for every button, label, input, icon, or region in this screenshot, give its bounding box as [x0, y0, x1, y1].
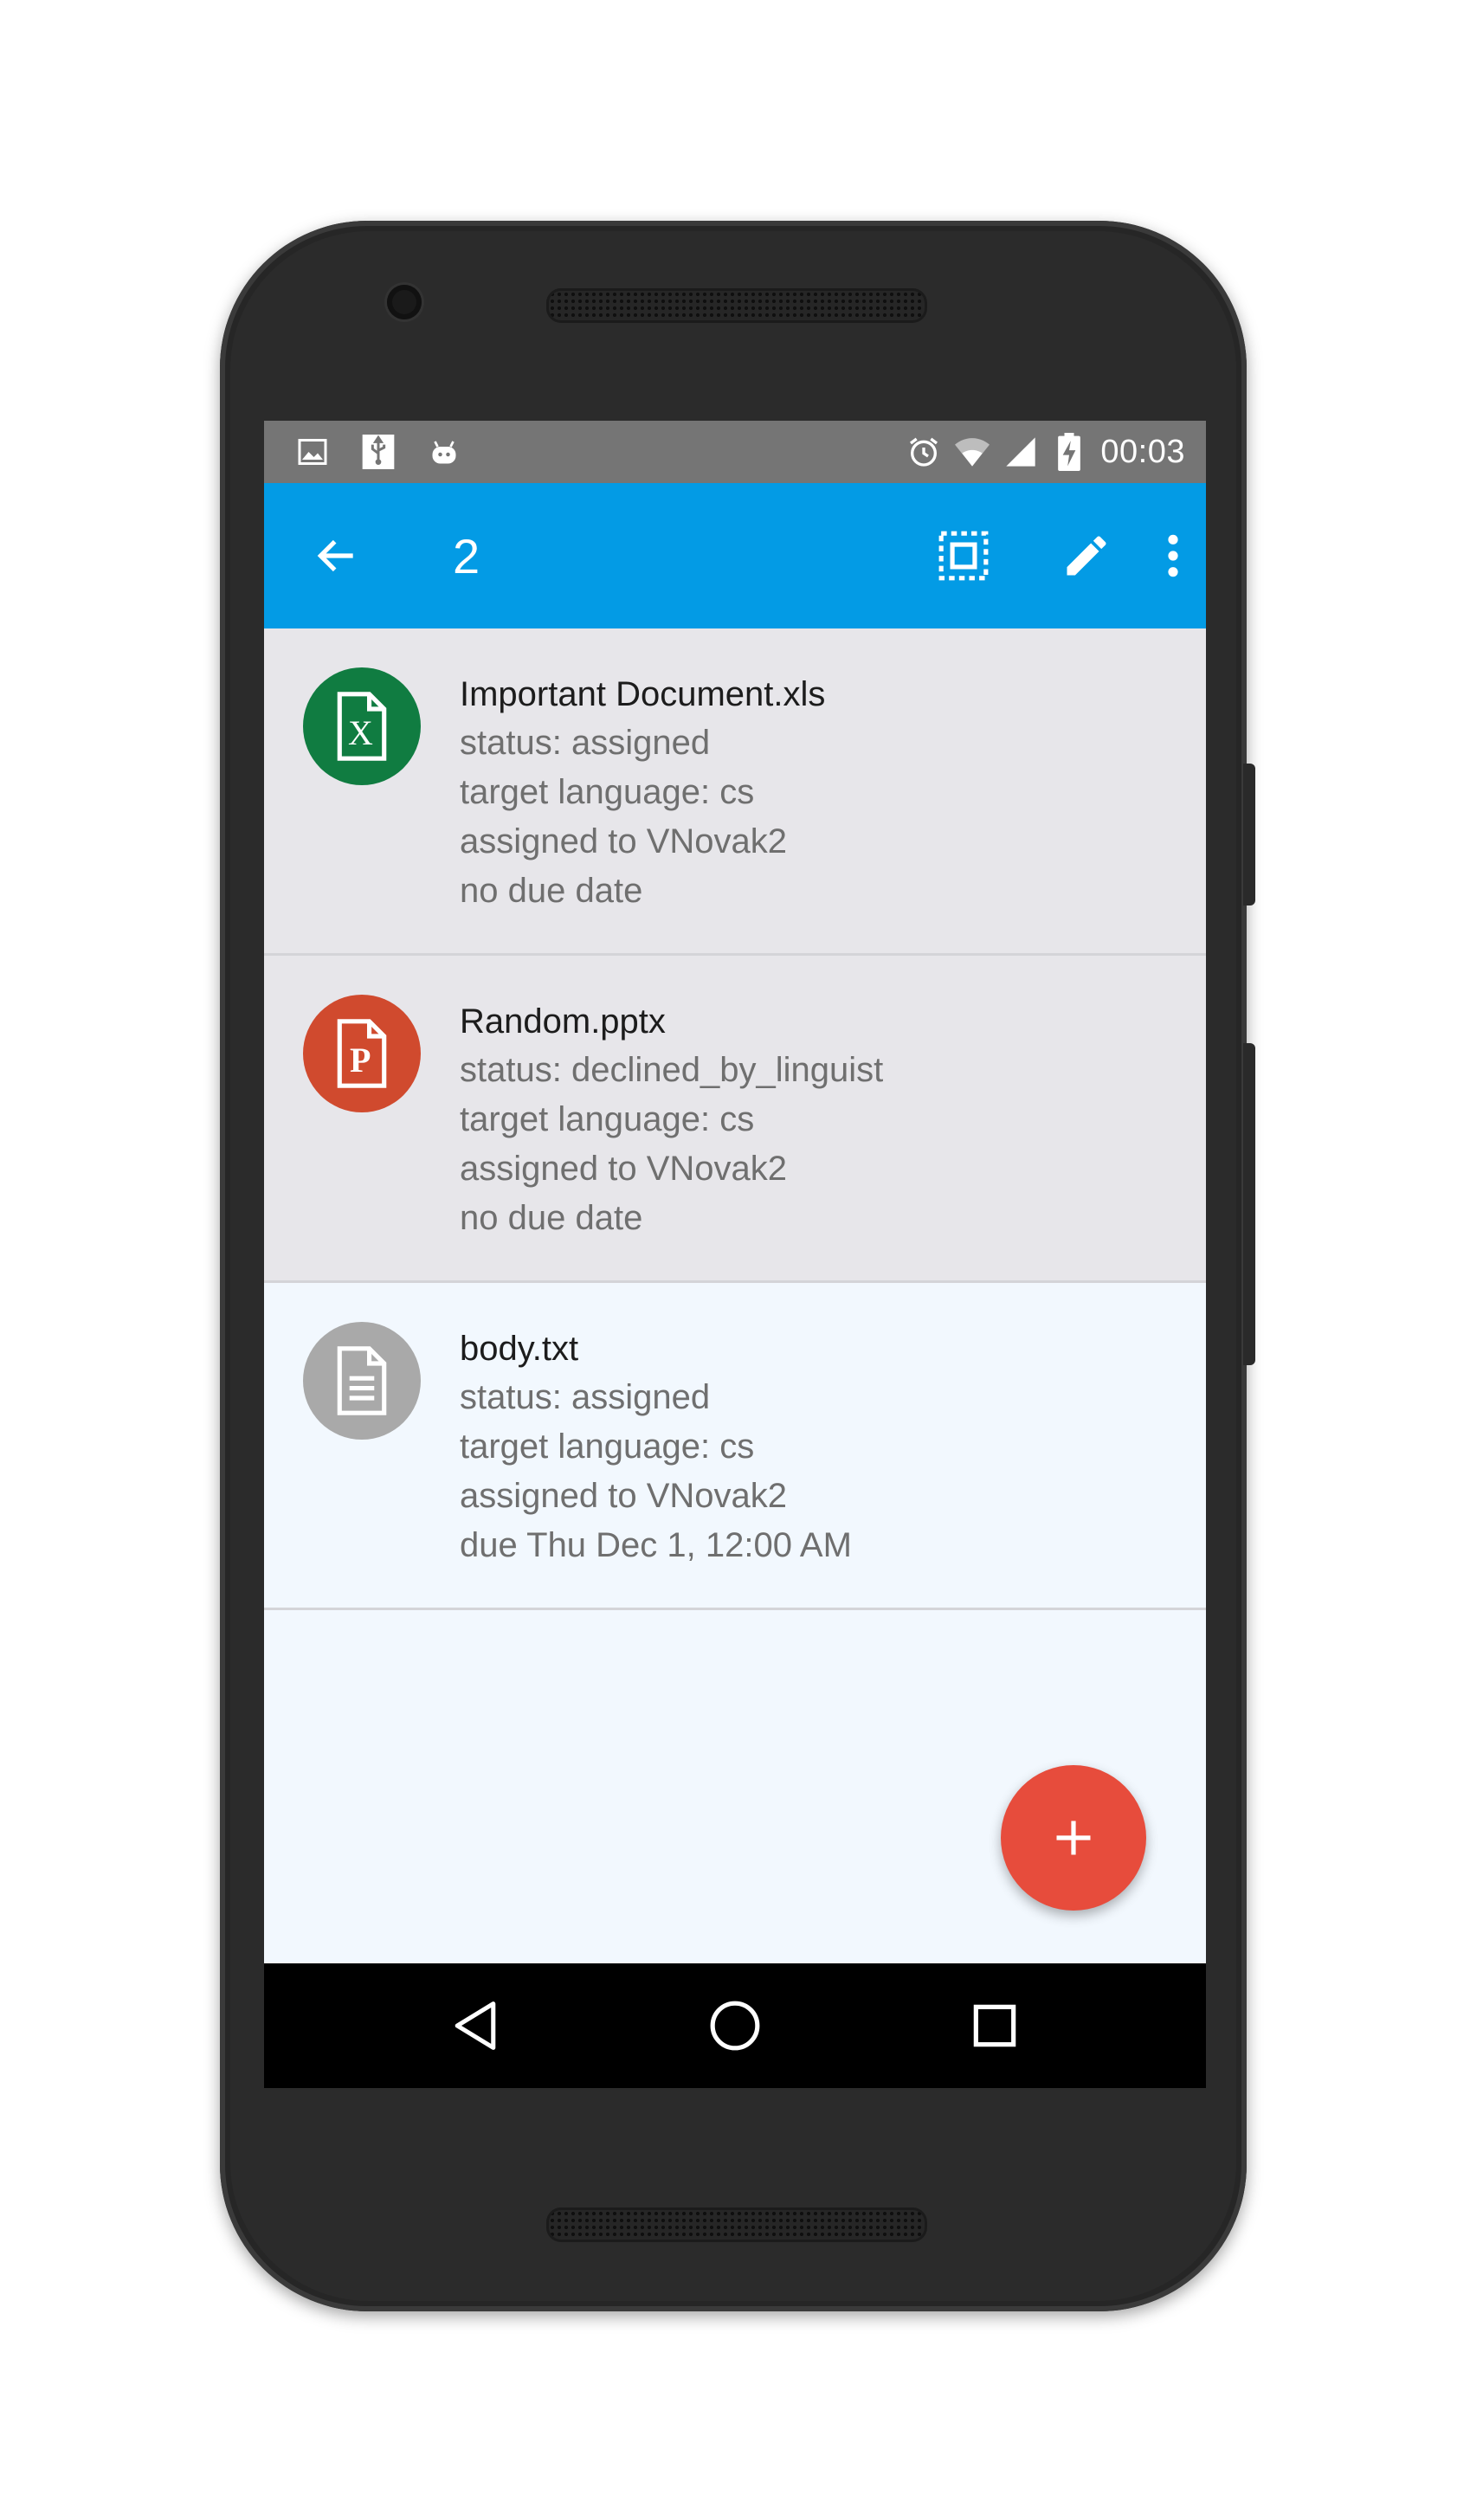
document-language: target language: cs [460, 1100, 755, 1138]
nav-back-button[interactable] [441, 1991, 510, 2060]
alarm-icon [906, 435, 941, 469]
home-circle-icon [710, 2001, 760, 2051]
list-item[interactable]: X Important Document.xls status: assigne… [264, 628, 1206, 956]
nav-home-button[interactable] [700, 1991, 770, 2060]
add-icon [1056, 1821, 1091, 1855]
document-assignee: assigned to VNovak2 [460, 1477, 788, 1515]
document-assignee: assigned to VNovak2 [460, 822, 788, 860]
front-camera [387, 285, 422, 319]
back-triangle-icon [455, 2001, 496, 2050]
document-language: target language: cs [460, 1428, 755, 1466]
android-debug-icon [427, 435, 461, 469]
bottom-speaker-grille [546, 2207, 927, 2242]
document-name: Important Document.xls [460, 675, 826, 713]
document-list: X Important Document.xls status: assigne… [264, 628, 1206, 1610]
document-language: target language: cs [460, 773, 755, 811]
signal-icon [1003, 435, 1038, 469]
text-file-icon [303, 1322, 421, 1440]
usb-icon [361, 435, 396, 469]
document-name: Random.pptx [460, 1002, 666, 1041]
edit-icon [1067, 536, 1106, 576]
battery-charging-icon [1052, 433, 1086, 471]
file-type-letter: X [348, 713, 373, 752]
wifi-icon [955, 435, 990, 469]
document-due: due Thu Dec 1, 12:00 AM [460, 1526, 852, 1564]
powerpoint-file-icon: P [303, 995, 421, 1112]
status-bar: 00:03 [264, 421, 1206, 483]
list-item[interactable]: P Random.pptx status: declined_by_lingui… [264, 956, 1206, 1283]
select-all-button[interactable] [929, 521, 998, 590]
power-button [1243, 764, 1255, 906]
app-bar: 2 [264, 483, 1206, 628]
file-type-letter: P [350, 1041, 371, 1080]
image-icon [295, 435, 330, 469]
document-name: body.txt [460, 1330, 579, 1368]
selection-count: 2 [453, 529, 480, 583]
more-vert-icon [1168, 534, 1178, 577]
add-button[interactable] [1001, 1765, 1146, 1911]
list-item[interactable]: body.txt status: assigned target languag… [264, 1283, 1206, 1610]
nav-recents-button[interactable] [960, 1991, 1029, 2060]
arrow-back-icon [317, 539, 353, 572]
document-status: status: declined_by_linguist [460, 1051, 884, 1089]
select-all-icon [938, 531, 989, 581]
volume-button [1243, 1043, 1255, 1365]
document-status: status: assigned [460, 724, 711, 762]
more-options-button[interactable] [1149, 521, 1197, 590]
document-due: no due date [460, 1199, 643, 1237]
recents-square-icon [973, 2004, 1016, 2047]
document-status: status: assigned [460, 1378, 711, 1416]
excel-file-icon: X [303, 667, 421, 785]
document-assignee: assigned to VNovak2 [460, 1150, 788, 1188]
system-navigation-bar [264, 1963, 1206, 2088]
document-due: no due date [460, 872, 643, 910]
top-speaker-grille [546, 288, 927, 323]
status-clock: 00:03 [1100, 433, 1185, 470]
phone-screen: 00:03 2 X Important Document.xls status:… [264, 421, 1206, 2088]
edit-button[interactable] [1052, 521, 1121, 590]
back-button[interactable] [302, 521, 371, 590]
